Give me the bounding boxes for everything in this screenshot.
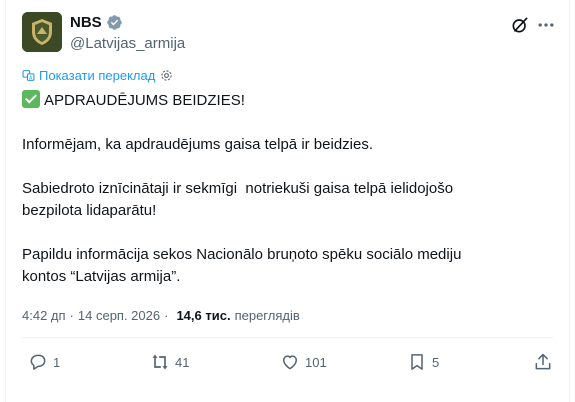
- grok-icon[interactable]: [510, 15, 530, 35]
- verified-badge-icon: [106, 15, 122, 30]
- bookmark-icon: [411, 354, 423, 370]
- tweet-heading: APDRAUDĒJUMS BEIDZIES!: [44, 92, 245, 109]
- tweet-card: NBS @Latvijas_armija A Показати переклад…: [5, 0, 570, 402]
- reply-button[interactable]: 1: [28, 352, 60, 372]
- tweet-line: Sabiedroto iznīcinātaji ir sekmīgi notri…: [22, 180, 454, 197]
- retweet-count: 41: [175, 354, 190, 370]
- tweet-line: Papildu informācija sekos Nacionālo bruņ…: [22, 246, 462, 263]
- meta-separator: ·: [69, 308, 74, 323]
- meta-separator: ·: [164, 308, 169, 323]
- heart-icon: [283, 355, 297, 370]
- views-label: переглядів: [234, 308, 300, 323]
- tweet-date[interactable]: 14 серп. 2026: [78, 308, 160, 323]
- retweet-icon: [152, 354, 168, 370]
- account-handle[interactable]: @Latvijas_armija: [70, 35, 185, 52]
- bookmark-button[interactable]: 5: [407, 352, 439, 372]
- views-count: 14,6 тис.: [176, 308, 231, 323]
- tweet-meta: 4:42 дп · 14 серп. 2026 · 14,6 тис. пере…: [22, 308, 300, 323]
- tweet-line: kontos “Latvijas armija”.: [22, 268, 181, 285]
- show-translation-link[interactable]: A Показати переклад: [22, 68, 173, 83]
- tweet-line: Informējam, ka apdraudējums gaisa telpā …: [22, 136, 374, 153]
- gear-icon[interactable]: [160, 69, 173, 82]
- show-translation-label: Показати переклад: [39, 68, 156, 83]
- like-count: 101: [305, 354, 327, 370]
- account-name[interactable]: NBS: [70, 14, 102, 31]
- share-button[interactable]: [533, 352, 553, 372]
- translate-icon: A: [22, 70, 35, 81]
- reply-icon: [30, 354, 46, 370]
- more-options-icon[interactable]: [536, 15, 556, 35]
- like-button[interactable]: 101: [280, 352, 327, 372]
- divider: [22, 337, 553, 338]
- tweet-line: bezpilota lidaparātu!: [22, 202, 157, 219]
- nbs-logo-icon: [22, 12, 62, 52]
- bookmark-count: 5: [432, 354, 440, 370]
- share-icon: [535, 353, 551, 370]
- retweet-button[interactable]: 41: [150, 352, 189, 372]
- tweet-time[interactable]: 4:42 дп: [22, 308, 66, 323]
- check-mark-emoji-icon: [22, 90, 40, 108]
- avatar[interactable]: [22, 12, 62, 52]
- account-name-row: NBS: [70, 14, 123, 31]
- tweet-text: APDRAUDĒJUMS BEIDZIES! Informējam, ka ap…: [22, 90, 542, 288]
- reply-count: 1: [53, 354, 61, 370]
- action-bar: 1 41 101 5: [22, 352, 555, 374]
- tweet-heading-line: APDRAUDĒJUMS BEIDZIES!: [22, 90, 542, 112]
